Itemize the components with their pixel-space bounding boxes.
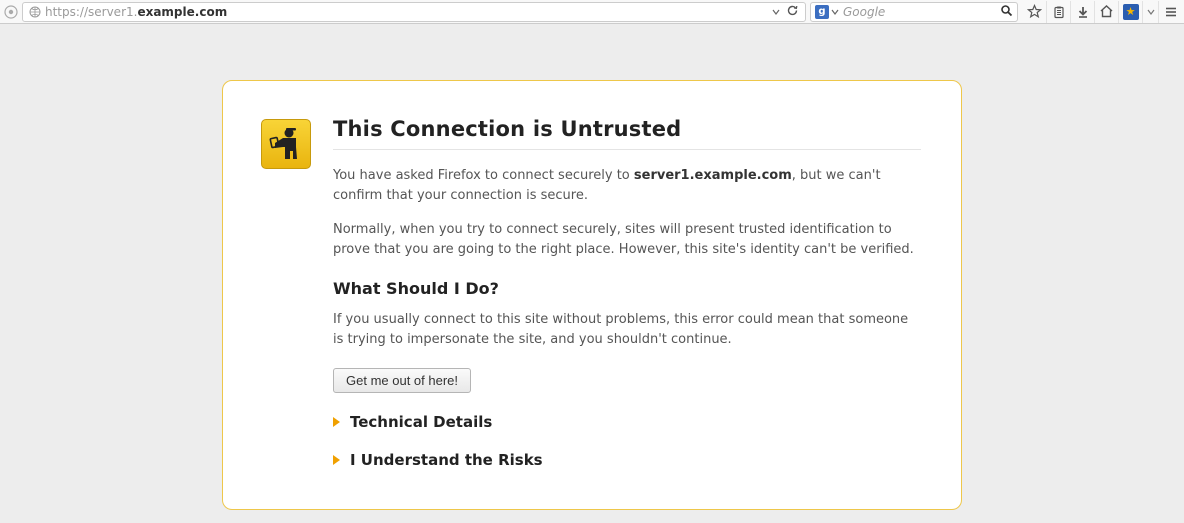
url-text: https://server1.example.com xyxy=(45,5,772,19)
technical-details-expander[interactable]: Technical Details xyxy=(333,413,921,431)
browser-toolbar: https://server1.example.com g Google xyxy=(0,0,1184,24)
tab-favicon xyxy=(2,3,20,21)
warning-paragraph-2: Normally, when you try to connect secure… xyxy=(333,220,921,260)
understand-risks-expander[interactable]: I Understand the Risks xyxy=(333,451,921,469)
page-title: This Connection is Untrusted xyxy=(333,117,921,150)
home-icon[interactable] xyxy=(1094,1,1118,23)
search-engine-dropdown-icon[interactable] xyxy=(831,5,839,19)
bookmark-star-icon[interactable] xyxy=(1022,1,1046,23)
downloads-icon[interactable] xyxy=(1070,1,1094,23)
menu-icon[interactable] xyxy=(1158,1,1182,23)
expand-triangle-icon xyxy=(333,455,340,465)
search-engine-icon: g xyxy=(815,5,829,19)
expander-label: I Understand the Risks xyxy=(350,451,543,469)
addon-star-icon[interactable]: ★ xyxy=(1118,1,1142,23)
address-bar[interactable]: https://server1.example.com xyxy=(22,2,806,22)
page-body: This Connection is Untrusted You have as… xyxy=(0,24,1184,510)
warning-card: This Connection is Untrusted You have as… xyxy=(222,80,962,510)
warning-paragraph-3: If you usually connect to this site with… xyxy=(333,310,921,350)
search-icon[interactable] xyxy=(1000,4,1013,20)
addon-dropdown-icon[interactable] xyxy=(1142,1,1158,23)
get-me-out-button[interactable]: Get me out of here! xyxy=(333,368,471,393)
what-should-i-do-heading: What Should I Do? xyxy=(333,279,921,298)
search-placeholder: Google xyxy=(839,5,1000,19)
history-dropdown-icon[interactable] xyxy=(772,5,780,19)
expand-triangle-icon xyxy=(333,417,340,427)
reload-icon[interactable] xyxy=(786,4,799,20)
search-bar[interactable]: g Google xyxy=(810,2,1018,22)
expander-label: Technical Details xyxy=(350,413,492,431)
clipboard-icon[interactable] xyxy=(1046,1,1070,23)
warning-paragraph-1: You have asked Firefox to connect secure… xyxy=(333,166,921,206)
police-warning-icon xyxy=(261,119,311,169)
globe-icon xyxy=(29,6,41,18)
